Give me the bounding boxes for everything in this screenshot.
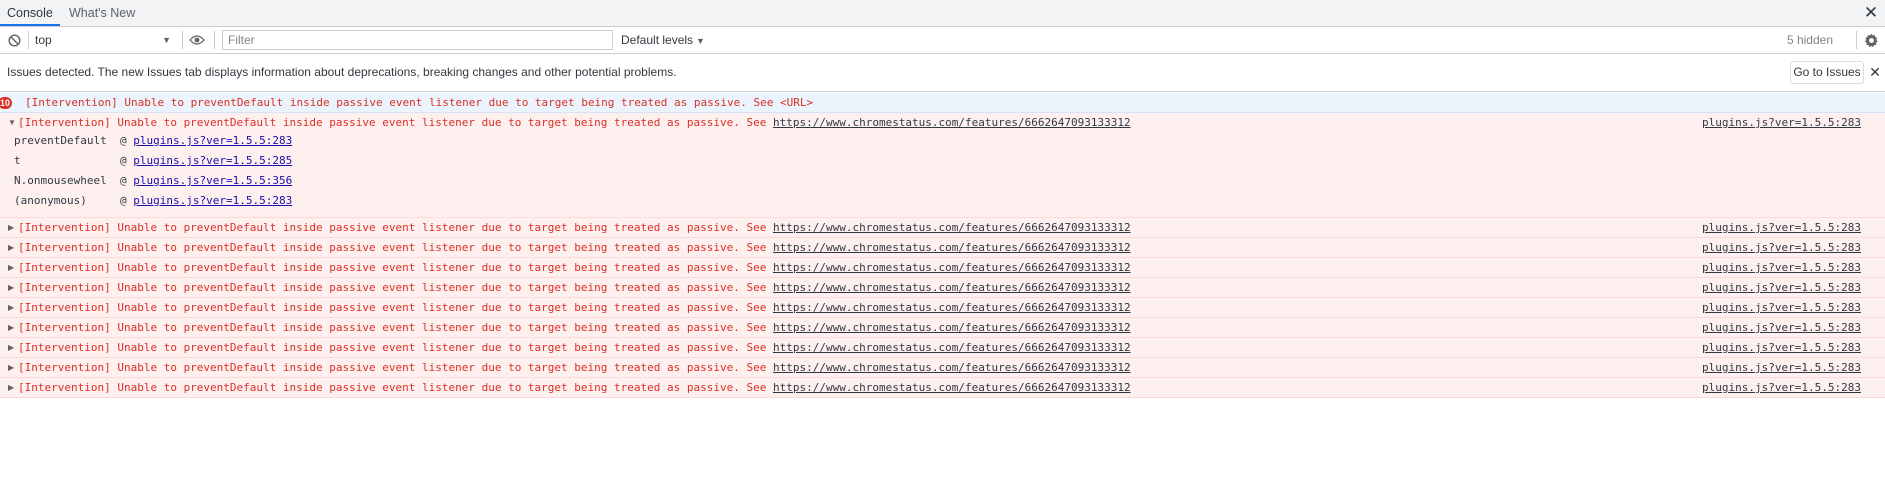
- message-link[interactable]: https://www.chromestatus.com/features/66…: [773, 261, 1131, 274]
- stack-frame-function: N.onmousewheel: [14, 174, 107, 187]
- message-body: [Intervention] Unable to preventDefault …: [18, 281, 773, 294]
- message-text: [Intervention] Unable to preventDefault …: [18, 321, 1131, 334]
- console-toolbar: top ▼ Default levels▼ 5 hidden: [0, 27, 1885, 54]
- close-drawer-icon[interactable]: ✕: [1861, 2, 1881, 24]
- expanded-triangle-icon[interactable]: ▼: [8, 118, 16, 127]
- chevron-down-icon: ▼: [696, 36, 705, 46]
- message-source-link[interactable]: plugins.js?ver=1.5.5:283: [1702, 281, 1861, 294]
- message-source-link[interactable]: plugins.js?ver=1.5.5:283: [1702, 261, 1861, 274]
- message-body: [Intervention] Unable to preventDefault …: [18, 301, 773, 314]
- message-text: [Intervention] Unable to preventDefault …: [18, 221, 1131, 234]
- message-text: [Intervention] Unable to preventDefault …: [18, 341, 1131, 354]
- console-message[interactable]: ▶ [Intervention] Unable to preventDefaul…: [0, 218, 1885, 238]
- console-message[interactable]: ▶ [Intervention] Unable to preventDefaul…: [0, 238, 1885, 258]
- console-message[interactable]: ▶ [Intervention] Unable to preventDefaul…: [0, 298, 1885, 318]
- context-selector-label: top: [35, 33, 52, 47]
- issues-banner: Issues detected. The new Issues tab disp…: [0, 54, 1885, 92]
- message-link[interactable]: https://www.chromestatus.com/features/66…: [773, 361, 1131, 374]
- console-message[interactable]: ▶ [Intervention] Unable to preventDefaul…: [0, 378, 1885, 398]
- message-source-link[interactable]: plugins.js?ver=1.5.5:283: [1702, 341, 1861, 354]
- stack-frame-link[interactable]: plugins.js?ver=1.5.5:283: [133, 194, 292, 207]
- message-link[interactable]: https://www.chromestatus.com/features/66…: [773, 116, 1131, 129]
- message-link[interactable]: https://www.chromestatus.com/features/66…: [773, 381, 1131, 394]
- message-link[interactable]: https://www.chromestatus.com/features/66…: [773, 241, 1131, 254]
- message-body: [Intervention] Unable to preventDefault …: [18, 241, 773, 254]
- message-source-link[interactable]: plugins.js?ver=1.5.5:283: [1702, 361, 1861, 374]
- message-body: [Intervention] Unable to preventDefault …: [18, 381, 773, 394]
- message-text: [Intervention] Unable to preventDefault …: [18, 281, 1131, 294]
- error-count-badge: 10: [0, 97, 12, 109]
- live-expression-eye-icon[interactable]: [188, 27, 206, 53]
- message-body: [Intervention] Unable to preventDefault …: [18, 221, 773, 234]
- close-banner-icon[interactable]: ✕: [1868, 62, 1882, 82]
- collapsed-triangle-icon[interactable]: ▶: [8, 343, 14, 352]
- settings-gear-icon[interactable]: [1862, 27, 1880, 53]
- message-body: [Intervention] Unable to preventDefault …: [18, 321, 773, 334]
- stack-frame: (anonymous) @ plugins.js?ver=1.5.5:283: [14, 194, 293, 207]
- console-message-expanded[interactable]: ▼ [Intervention] Unable to preventDefaul…: [0, 113, 1885, 218]
- clear-console-icon[interactable]: [6, 27, 22, 53]
- message-source-link[interactable]: plugins.js?ver=1.5.5:283: [1702, 381, 1861, 394]
- console-message[interactable]: ▶ [Intervention] Unable to preventDefaul…: [0, 278, 1885, 298]
- message-source-link[interactable]: plugins.js?ver=1.5.5:283: [1702, 241, 1861, 254]
- stack-frame: N.onmousewheel @ plugins.js?ver=1.5.5:356: [14, 174, 293, 187]
- tab-console[interactable]: Console: [0, 0, 60, 26]
- console-message[interactable]: ▶ [Intervention] Unable to preventDefaul…: [0, 258, 1885, 278]
- collapsed-triangle-icon[interactable]: ▶: [8, 283, 14, 292]
- console-message[interactable]: ▶ [Intervention] Unable to preventDefaul…: [0, 358, 1885, 378]
- log-levels-label: Default levels: [621, 33, 694, 47]
- message-text: [Intervention] Unable to preventDefault …: [18, 381, 1131, 394]
- message-source-link[interactable]: plugins.js?ver=1.5.5:283: [1702, 301, 1861, 314]
- tab-whats-new[interactable]: What's New: [62, 0, 142, 26]
- message-link[interactable]: https://www.chromestatus.com/features/66…: [773, 341, 1131, 354]
- message-body: [Intervention] Unable to preventDefault …: [18, 116, 773, 129]
- message-body: [Intervention] Unable to preventDefault …: [18, 341, 773, 354]
- message-link[interactable]: https://www.chromestatus.com/features/66…: [773, 301, 1131, 314]
- hidden-messages-count: 5 hidden: [1786, 33, 1833, 47]
- context-selector[interactable]: top ▼: [35, 30, 175, 50]
- collapsed-triangle-icon[interactable]: ▶: [8, 223, 14, 232]
- stack-frame: preventDefault @ plugins.js?ver=1.5.5:283: [14, 134, 293, 147]
- log-levels-dropdown[interactable]: Default levels ▼: [621, 30, 705, 50]
- message-link[interactable]: https://www.chromestatus.com/features/66…: [773, 281, 1131, 294]
- message-source-link[interactable]: plugins.js?ver=1.5.5:283: [1702, 116, 1861, 129]
- console-message[interactable]: ▶ [Intervention] Unable to preventDefaul…: [0, 338, 1885, 358]
- issues-banner-text: Issues detected. The new Issues tab disp…: [7, 65, 677, 79]
- message-source-link[interactable]: plugins.js?ver=1.5.5:283: [1702, 221, 1861, 234]
- filter-input[interactable]: [222, 30, 613, 50]
- collapsed-triangle-icon[interactable]: ▶: [8, 323, 14, 332]
- message-text: [Intervention] Unable to preventDefault …: [18, 261, 1131, 274]
- message-link[interactable]: https://www.chromestatus.com/features/66…: [773, 321, 1131, 334]
- collapsed-triangle-icon[interactable]: ▶: [8, 303, 14, 312]
- message-body: [Intervention] Unable to preventDefault …: [18, 261, 773, 274]
- stack-frame-link[interactable]: plugins.js?ver=1.5.5:356: [133, 174, 292, 187]
- message-text: [Intervention] Unable to preventDefault …: [18, 301, 1131, 314]
- message-link[interactable]: https://www.chromestatus.com/features/66…: [773, 221, 1131, 234]
- devtools-tabbar: Console What's New ✕: [0, 0, 1885, 27]
- message-body: [Intervention] Unable to preventDefault …: [18, 361, 773, 374]
- stack-frame: t @ plugins.js?ver=1.5.5:285: [14, 154, 293, 167]
- stack-frame-link[interactable]: plugins.js?ver=1.5.5:285: [133, 154, 292, 167]
- message-text: [Intervention] Unable to preventDefault …: [18, 116, 1131, 129]
- stack-frame-function: preventDefault: [14, 134, 107, 147]
- chevron-down-icon: ▼: [162, 35, 171, 45]
- stack-frame-function: t: [14, 154, 21, 167]
- collapsed-triangle-icon[interactable]: ▶: [8, 383, 14, 392]
- message-text: [Intervention] Unable to preventDefault …: [18, 361, 1131, 374]
- message-text: [Intervention] Unable to preventDefault …: [18, 241, 1131, 254]
- collapsed-triangle-icon[interactable]: ▶: [8, 263, 14, 272]
- collapsed-triangle-icon[interactable]: ▶: [8, 363, 14, 372]
- go-to-issues-button[interactable]: Go to Issues: [1790, 61, 1864, 84]
- console-message[interactable]: ▶ [Intervention] Unable to preventDefaul…: [0, 318, 1885, 338]
- message-source-link[interactable]: plugins.js?ver=1.5.5:283: [1702, 321, 1861, 334]
- summary-message-text: [Intervention] Unable to preventDefault …: [25, 96, 814, 109]
- stack-frame-function: (anonymous): [14, 194, 87, 207]
- stack-frame-link[interactable]: plugins.js?ver=1.5.5:283: [133, 134, 292, 147]
- collapsed-triangle-icon[interactable]: ▶: [8, 243, 14, 252]
- grouped-message-summary[interactable]: 10 [Intervention] Unable to preventDefau…: [0, 93, 1885, 113]
